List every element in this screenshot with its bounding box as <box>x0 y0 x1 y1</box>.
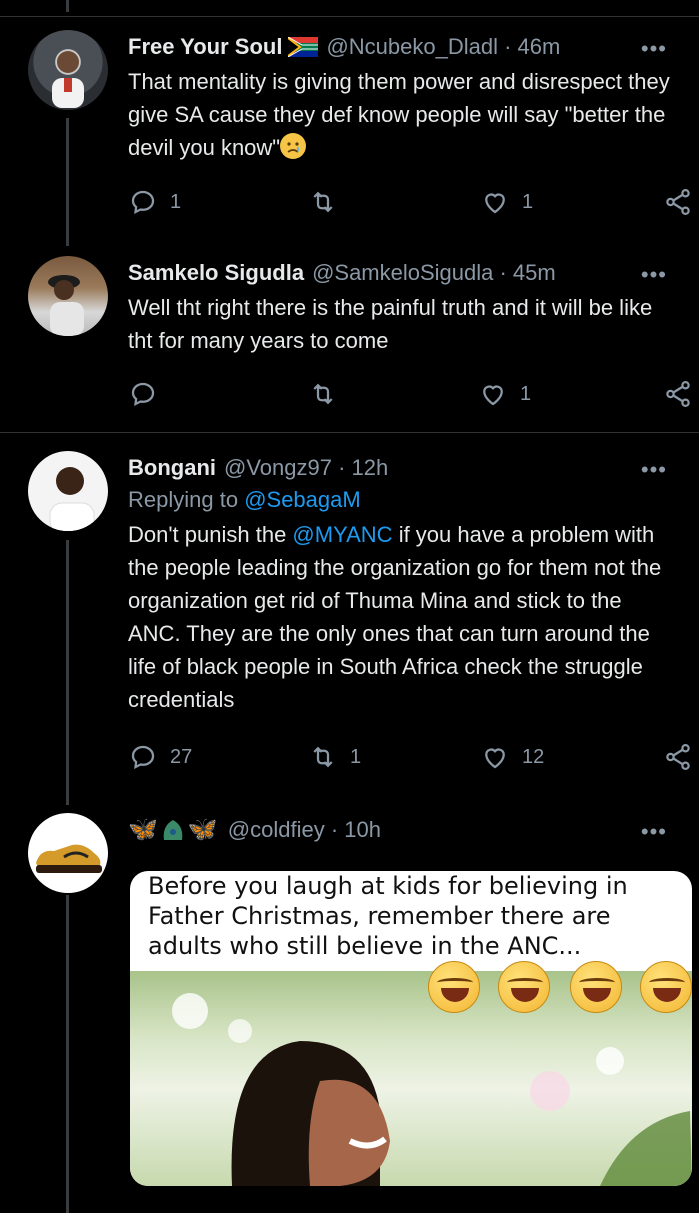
retweet-icon <box>313 191 333 213</box>
heart-icon <box>483 385 503 406</box>
avatar-image <box>52 51 84 108</box>
share-button[interactable] <box>663 742 693 772</box>
like-button[interactable]: 12 <box>480 742 544 772</box>
retweet-button[interactable] <box>308 187 350 217</box>
retweet-button[interactable]: 1 <box>308 742 361 772</box>
share-icon <box>666 744 690 770</box>
reply-icon <box>131 190 155 214</box>
replying-to-mention[interactable]: @SebagaM <box>244 487 361 512</box>
laughing-emoji-icon <box>498 961 550 1013</box>
meme-image[interactable]: Before you laugh at kids for believing i… <box>130 871 692 1186</box>
retweet-icon <box>313 746 333 768</box>
replying-to-label: Replying to <box>128 487 245 512</box>
sneaker-avatar-image <box>36 844 102 873</box>
reply-icon <box>131 745 155 769</box>
retweet-count: 1 <box>350 745 362 768</box>
like-button[interactable]: 1 <box>480 187 533 217</box>
reply-count: 27 <box>170 745 193 768</box>
tweet[interactable]: Free Your Soul @Ncubeko_Dladl · 46m ••• … <box>0 0 699 240</box>
handle-and-time[interactable]: @coldfiey · 10h <box>228 815 381 845</box>
meme-caption: Before you laugh at kids for believing i… <box>148 872 628 960</box>
share-button[interactable] <box>663 379 693 409</box>
butterfly-icon: 🦋 <box>128 816 158 843</box>
handle-and-time[interactable]: @Vongz97 · 12h <box>224 453 388 483</box>
tweet-text: Don't punish the @MYANC if you have a pr… <box>128 518 677 716</box>
avatar[interactable] <box>28 451 108 531</box>
more-options-icon[interactable]: ••• <box>641 819 667 845</box>
avatar-image <box>49 467 95 531</box>
share-icon <box>666 381 690 407</box>
laughing-emoji-icon <box>428 961 480 1013</box>
tweet[interactable]: Bongani @Vongz97 · 12h ••• Replying to @… <box>0 433 699 803</box>
tweet-text: That mentality is giving them power and … <box>128 65 677 164</box>
more-options-icon[interactable]: ••• <box>641 262 667 288</box>
tweet-text: Well tht right there is the painful trut… <box>128 295 653 353</box>
avatar[interactable] <box>28 256 108 336</box>
tweet[interactable]: 🦋 🦋 @coldfiey · 10h ••• Before you laugh… <box>0 803 699 1213</box>
handle-and-time[interactable]: @Ncubeko_Dladl · 46m <box>326 32 560 62</box>
laughing-emoji-icon <box>640 961 692 1013</box>
replying-to: Replying to @SebagaM <box>128 483 677 516</box>
south-africa-flag-icon <box>288 37 319 57</box>
tweet-text-rest: if you have a problem with the people le… <box>128 522 662 712</box>
retweet-icon <box>313 383 333 405</box>
retweet-button[interactable] <box>308 379 350 409</box>
peacock-icon <box>163 820 183 840</box>
tweet-text-body: That mentality is giving them power and … <box>128 69 670 160</box>
laughing-emoji-icon <box>570 961 622 1013</box>
butterfly-icon: 🦋 <box>187 816 218 843</box>
like-count: 1 <box>522 190 534 213</box>
display-name[interactable]: Free Your Soul <box>128 32 282 62</box>
tweet[interactable]: Samkelo Sigudla @SamkeloSigudla · 45m ••… <box>0 240 699 432</box>
heart-icon <box>485 193 505 214</box>
tweet-text-start: Don't punish the <box>128 522 293 547</box>
heart-icon <box>485 748 505 769</box>
share-icon <box>666 189 690 215</box>
like-button[interactable]: 1 <box>478 379 531 409</box>
like-count: 1 <box>520 382 532 405</box>
reply-button[interactable] <box>128 379 170 409</box>
more-options-icon[interactable]: ••• <box>641 36 667 62</box>
more-options-icon[interactable]: ••• <box>641 457 667 483</box>
handle-and-time[interactable]: @SamkeloSigudla · 45m <box>312 258 556 288</box>
share-button[interactable] <box>663 187 693 217</box>
reply-button[interactable]: 1 <box>128 187 181 217</box>
crying-emoji-icon <box>280 133 307 159</box>
reply-button[interactable]: 27 <box>128 742 192 772</box>
avatar[interactable] <box>28 30 108 110</box>
avatar-image <box>48 275 84 336</box>
reply-icon <box>131 382 155 406</box>
reply-count: 1 <box>170 190 182 213</box>
like-count: 12 <box>522 745 545 768</box>
mention-link[interactable]: @MYANC <box>292 522 392 547</box>
avatar[interactable] <box>28 813 108 893</box>
display-name[interactable]: Samkelo Sigudla <box>128 258 304 288</box>
display-name[interactable]: Bongani <box>128 453 216 483</box>
